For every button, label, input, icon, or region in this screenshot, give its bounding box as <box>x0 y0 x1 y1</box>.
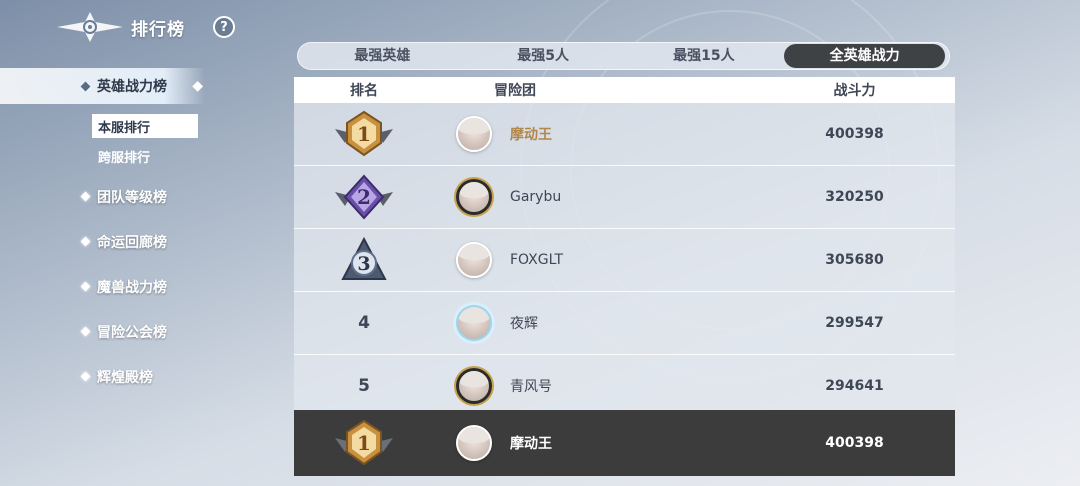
svg-text:3: 3 <box>357 253 370 275</box>
power-value: 400398 <box>825 435 884 451</box>
player-avatar[interactable] <box>456 179 492 215</box>
sidebar: 英雄战力榜 ◆ 本服排行 跨服排行 团队等级榜 命运回廊榜 魔兽战力榜 冒险公会… <box>0 68 215 399</box>
purple-rank-badge-icon: 2 <box>335 174 393 220</box>
diamond-bullet-icon <box>80 281 91 292</box>
sidebar-item-label: 冒险公会榜 <box>97 324 167 341</box>
column-header-power: 战斗力 <box>833 83 876 99</box>
sidebar-item-hero-power[interactable]: 英雄战力榜 ◆ <box>0 68 205 104</box>
sidebar-item-label: 魔兽战力榜 <box>97 279 167 296</box>
tab-strongest-5[interactable]: 最强5人 <box>463 44 624 68</box>
page-title: 排行榜 <box>131 19 185 40</box>
rank-cell: 5 <box>294 376 434 396</box>
table-header: 排名 冒险团 战斗力 <box>294 77 955 103</box>
rank-number: 5 <box>358 376 370 396</box>
sidebar-item-fate-corridor[interactable]: 命运回廊榜 <box>0 219 215 264</box>
team-name: 摩动王 <box>510 127 552 143</box>
sidebar-subitem-server-rank[interactable]: 本服排行 <box>92 114 198 138</box>
team-cell: 摩动王 <box>434 116 714 152</box>
tab-strongest-15[interactable]: 最强15人 <box>624 44 785 68</box>
diamond-bullet-icon <box>80 191 91 202</box>
team-name: FOXGLT <box>510 252 564 268</box>
team-cell: Garybu <box>434 179 714 215</box>
help-button[interactable]: ? <box>213 16 235 38</box>
diamond-bullet-icon <box>80 236 91 247</box>
svg-text:1: 1 <box>357 431 371 455</box>
header: 排行榜 ? <box>55 10 235 44</box>
diamond-bullet-icon <box>80 371 91 382</box>
table-row[interactable]: 5 青风号 294641 <box>294 355 955 418</box>
team-cell: 摩动王 <box>434 425 714 461</box>
gold-rank-badge-icon: 1 <box>335 419 393 466</box>
team-name: Garybu <box>510 189 562 205</box>
player-avatar[interactable] <box>456 242 492 278</box>
player-avatar[interactable] <box>456 305 492 341</box>
table-row[interactable]: 1 摩动王 400398 <box>294 103 955 166</box>
silver-rank-badge-icon: 3 <box>341 236 387 280</box>
rank-cell: 2 <box>294 172 434 222</box>
power-value: 294641 <box>825 378 884 394</box>
svg-text:2: 2 <box>357 185 371 209</box>
rank-number: 4 <box>358 313 370 333</box>
power-value: 305680 <box>825 252 884 268</box>
gold-rank-badge-icon: 1 <box>335 110 393 157</box>
sidebar-item-glory-hall[interactable]: 辉煌殿榜 <box>0 354 215 399</box>
tab-all-hero-power[interactable]: 全英雄战力 <box>784 44 945 68</box>
team-name: 青风号 <box>510 379 552 395</box>
rank-cell: 3 <box>294 235 434 285</box>
column-header-team: 冒险团 <box>494 83 536 99</box>
my-rank-row[interactable]: 1 摩动王 400398 <box>294 410 955 476</box>
sidebar-item-label: 英雄战力榜 <box>97 79 167 95</box>
sidebar-item-team-level[interactable]: 团队等级榜 <box>0 174 215 219</box>
rank-cell: 1 <box>294 418 434 468</box>
team-name: 摩动王 <box>510 436 552 452</box>
power-value: 400398 <box>825 126 884 142</box>
sidebar-item-beast-power[interactable]: 魔兽战力榜 <box>0 264 215 309</box>
sidebar-item-label: 辉煌殿榜 <box>97 369 153 386</box>
diamond-bullet-icon <box>80 326 91 337</box>
player-avatar[interactable] <box>456 116 492 152</box>
table-row[interactable]: 4 夜辉 299547 <box>294 292 955 355</box>
rank-cell: 4 <box>294 313 434 333</box>
tab-strongest-hero[interactable]: 最强英雄 <box>302 44 463 68</box>
team-cell: FOXGLT <box>434 242 714 278</box>
table-row[interactable]: 3 FOXGLT 305680 <box>294 229 955 292</box>
diamond-bullet-icon <box>80 81 91 91</box>
team-cell: 青风号 <box>434 368 714 404</box>
column-header-rank: 排名 <box>350 83 378 99</box>
ranking-tabs: 最强英雄 最强5人 最强15人 全英雄战力 <box>297 42 950 70</box>
team-name: 夜辉 <box>510 316 538 332</box>
power-value: 299547 <box>825 315 884 331</box>
team-cell: 夜辉 <box>434 305 714 341</box>
sidebar-item-label: 命运回廊榜 <box>97 234 167 251</box>
power-value: 320250 <box>825 189 884 205</box>
sidebar-item-label: 团队等级榜 <box>97 189 167 206</box>
sidebar-item-adventure-guild[interactable]: 冒险公会榜 <box>0 309 215 354</box>
table-row[interactable]: 2 Garybu 320250 <box>294 166 955 229</box>
chevron-right-icon: ◆ <box>192 78 203 94</box>
player-avatar[interactable] <box>456 368 492 404</box>
sidebar-subitem-cross-server-rank[interactable]: 跨服排行 <box>92 144 215 168</box>
rank-cell: 1 <box>294 109 434 159</box>
star-compass-logo-icon <box>57 12 123 42</box>
svg-text:1: 1 <box>357 122 371 146</box>
player-avatar[interactable] <box>456 425 492 461</box>
